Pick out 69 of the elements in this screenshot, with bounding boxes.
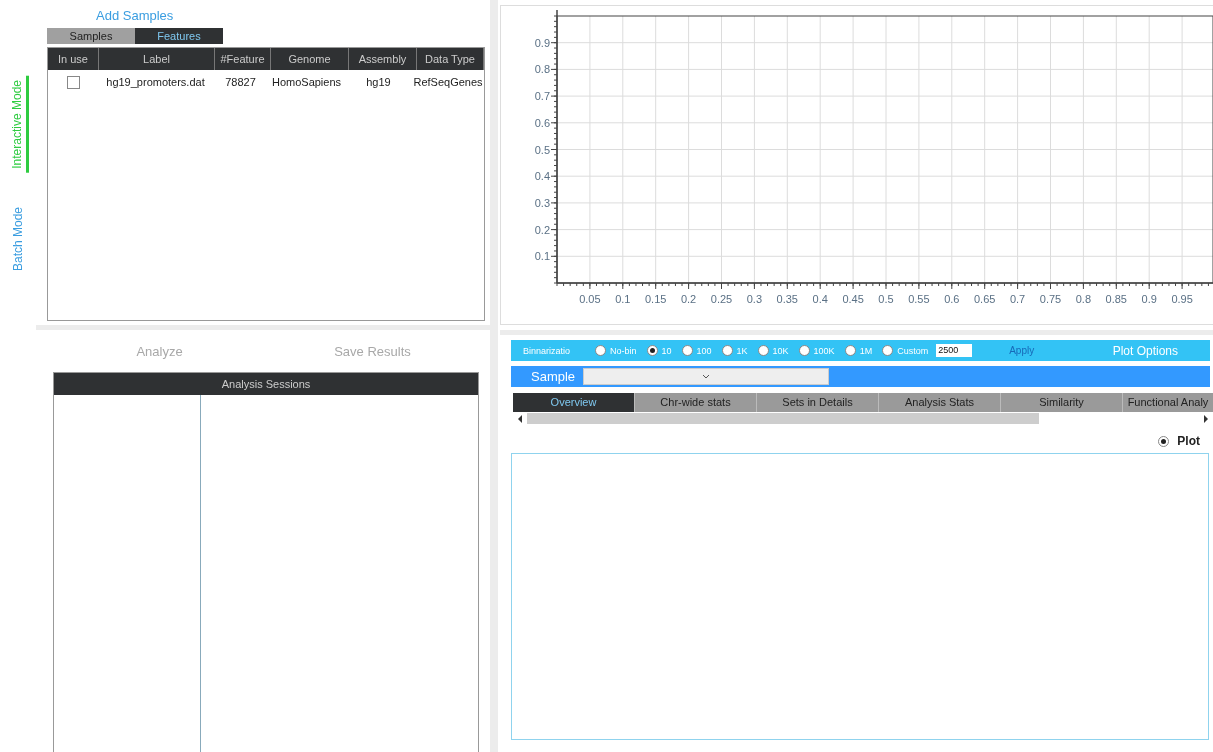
tick-label: 0.9 <box>534 36 550 49</box>
tick-label: 0.9 <box>1141 293 1157 305</box>
tab[interactable]: Samples <box>47 28 135 44</box>
radio-option[interactable]: 1M <box>844 345 873 356</box>
tick-label: 0.1 <box>615 293 631 305</box>
tick-label: 0.3 <box>534 196 550 209</box>
tick-label: 0.8 <box>534 63 550 76</box>
scroll-right-icon[interactable] <box>1203 414 1209 423</box>
radio-option[interactable]: 100K <box>798 345 835 356</box>
plot-options-button[interactable]: Plot Options <box>1112 343 1178 358</box>
tick-label: 0.5 <box>878 293 894 305</box>
tick-label: 0.1 <box>534 250 550 263</box>
tab[interactable]: Analysis Stats <box>879 393 1001 412</box>
tab[interactable]: Sets in Details <box>757 393 879 412</box>
custom-bin-field[interactable]: 2500 <box>936 344 973 357</box>
tick-label: 0.45 <box>842 293 864 305</box>
radio-option[interactable]: 1K <box>721 345 748 356</box>
tick-label: 0.6 <box>944 293 960 305</box>
tick-label: 0.95 <box>1171 293 1193 305</box>
tick-label: 0.2 <box>680 293 697 305</box>
tab[interactable]: Overview <box>513 393 635 412</box>
chevron-down-icon <box>702 374 710 379</box>
column-header: #Feature <box>215 48 271 70</box>
tab[interactable]: Similarity <box>1001 393 1123 412</box>
column-header: Genome <box>271 48 349 70</box>
radio-option[interactable]: 100 <box>681 345 712 356</box>
tick-label: 0.75 <box>1039 293 1062 305</box>
tick-label: 0.2 <box>534 223 550 236</box>
tab[interactable]: Functional Analy <box>1123 393 1213 412</box>
tick-label: 0.35 <box>776 293 798 305</box>
radio-option[interactable]: Custom <box>882 345 929 356</box>
sample-label: Sample <box>530 369 577 384</box>
tick-label: 0.4 <box>534 170 550 183</box>
tick-label: 0.4 <box>812 293 828 305</box>
radio-option[interactable]: 10K <box>757 345 789 356</box>
sessions-header: Analysis Sessions <box>54 373 478 395</box>
radio-option[interactable]: 10 <box>646 345 672 356</box>
tick-label: 0.8 <box>1075 293 1092 305</box>
checkbox[interactable] <box>66 75 80 89</box>
table-cell: RefSeqGenes <box>412 76 484 88</box>
tick-label: 0.6 <box>534 116 550 129</box>
binning-label: Binnarizatio <box>523 345 572 356</box>
scroll-left-icon[interactable] <box>517 414 523 423</box>
tick-label: 0.05 <box>579 293 601 305</box>
add-samples-link[interactable]: Add Samples <box>96 8 174 23</box>
table-cell-text: hg19_promoters.dat <box>105 76 206 88</box>
mode-tab[interactable]: Interactive Mode <box>7 76 29 173</box>
sample-dropdown[interactable] <box>583 368 829 385</box>
table-cell-text: 78827 <box>224 76 257 88</box>
tick-label: 0.7 <box>1009 293 1026 305</box>
column-header: Label <box>99 48 215 70</box>
tick-label: 0.25 <box>710 293 733 305</box>
tab[interactable]: Chr-wide stats <box>635 393 757 412</box>
tick-label: 0.7 <box>534 90 550 103</box>
table-cell-text: hg19 <box>365 76 392 88</box>
column-header: In use <box>48 48 99 70</box>
plot-radio[interactable]: Plot <box>1158 432 1200 450</box>
tick-label: 0.5 <box>534 143 550 156</box>
column-header: Data Type <box>417 48 484 70</box>
tick-label: 0.85 <box>1105 293 1127 305</box>
radio-option[interactable]: No-bin <box>595 345 637 356</box>
column-header: Assembly <box>349 48 417 70</box>
tick-label: 0.15 <box>645 293 667 305</box>
mode-tab[interactable]: Batch Mode <box>9 202 27 275</box>
tick-label: 0.3 <box>746 293 763 305</box>
table-cell-text: HomoSapiens <box>270 76 343 88</box>
tick-label: 0.55 <box>908 293 930 305</box>
tab[interactable]: Features <box>135 28 223 44</box>
tick-label: 0.65 <box>974 293 996 305</box>
